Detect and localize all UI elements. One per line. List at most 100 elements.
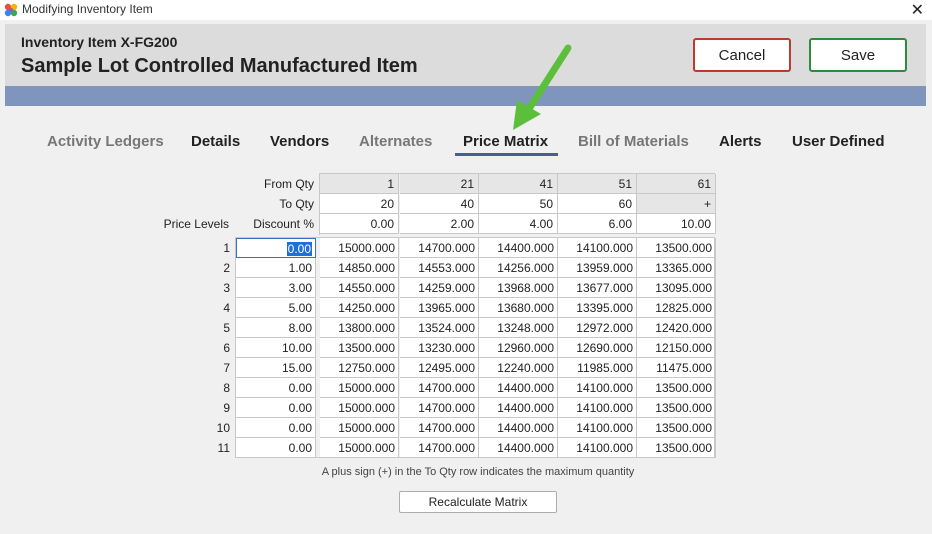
price-cell[interactable]: 14100.000: [558, 238, 637, 258]
price-cell[interactable]: 14400.000: [479, 398, 558, 418]
price-cell[interactable]: 13248.000: [479, 318, 558, 338]
price-cell[interactable]: 14100.000: [558, 418, 637, 438]
to-qty-cell[interactable]: 40: [400, 194, 479, 214]
price-cell[interactable]: 14400.000: [479, 238, 558, 258]
price-cell[interactable]: 15000.000: [320, 238, 399, 258]
level-discount-input[interactable]: 5.00: [236, 298, 316, 318]
price-cell[interactable]: 13680.000: [479, 298, 558, 318]
price-cell[interactable]: 14400.000: [479, 438, 558, 458]
level-discount-input[interactable]: 0.00: [236, 418, 316, 438]
price-cell[interactable]: 11475.000: [637, 358, 716, 378]
price-cell[interactable]: 13677.000: [558, 278, 637, 298]
price-cell[interactable]: 14850.000: [320, 258, 399, 278]
price-cell[interactable]: 13800.000: [320, 318, 399, 338]
price-level-number: 7: [223, 361, 230, 375]
discount-pct-cell[interactable]: 2.00: [400, 214, 479, 234]
discount-pct-cell[interactable]: 0.00: [320, 214, 399, 234]
level-discount-input[interactable]: 15.00: [236, 358, 316, 378]
price-cell[interactable]: 15000.000: [320, 378, 399, 398]
price-cell[interactable]: 12240.000: [479, 358, 558, 378]
price-cell[interactable]: 15000.000: [320, 418, 399, 438]
tab-price-matrix[interactable]: Price Matrix: [463, 133, 548, 150]
from-qty-cell: 1: [320, 174, 399, 194]
price-cell[interactable]: 13395.000: [558, 298, 637, 318]
price-cell[interactable]: 13500.000: [637, 418, 716, 438]
price-cell[interactable]: 12750.000: [320, 358, 399, 378]
close-icon[interactable]: ✕: [911, 0, 924, 20]
price-cell[interactable]: 14400.000: [479, 378, 558, 398]
price-cell[interactable]: 14700.000: [400, 238, 479, 258]
tab-details[interactable]: Details: [191, 133, 240, 150]
discount-pct-cell[interactable]: 10.00: [637, 214, 716, 234]
price-cell[interactable]: 14550.000: [320, 278, 399, 298]
tab-vendors[interactable]: Vendors: [270, 133, 329, 150]
from-qty-label: From Qty: [264, 177, 314, 191]
price-cell[interactable]: 12825.000: [637, 298, 716, 318]
green-arrow-icon: [513, 44, 572, 130]
price-cell[interactable]: 15000.000: [320, 438, 399, 458]
price-cell[interactable]: 13230.000: [400, 338, 479, 358]
price-cell[interactable]: 14700.000: [400, 438, 479, 458]
discount-pct-cell[interactable]: 4.00: [479, 214, 558, 234]
level-discount-input[interactable]: 8.00: [236, 318, 316, 338]
price-cell[interactable]: 13524.000: [400, 318, 479, 338]
to-qty-label: To Qty: [279, 197, 314, 211]
price-cell[interactable]: 14100.000: [558, 378, 637, 398]
price-cell[interactable]: 13959.000: [558, 258, 637, 278]
recalculate-matrix-button[interactable]: Recalculate Matrix: [399, 491, 557, 513]
price-cell[interactable]: 13500.000: [637, 438, 716, 458]
price-cell[interactable]: 14100.000: [558, 438, 637, 458]
price-cell[interactable]: 11985.000: [558, 358, 637, 378]
price-cell[interactable]: 14700.000: [400, 418, 479, 438]
save-button[interactable]: Save: [809, 38, 907, 72]
to-qty-cell[interactable]: 50: [479, 194, 558, 214]
price-cell[interactable]: 13095.000: [637, 278, 716, 298]
to-qty-cell[interactable]: 20: [320, 194, 399, 214]
level-discount-input[interactable]: 0.00: [236, 378, 316, 398]
level-discount-input[interactable]: 3.00: [236, 278, 316, 298]
price-cell[interactable]: 14400.000: [479, 418, 558, 438]
price-cell[interactable]: 13500.000: [637, 378, 716, 398]
tab-user-defined[interactable]: User Defined: [792, 133, 885, 150]
tab-alternates[interactable]: Alternates: [359, 133, 432, 150]
price-cell[interactable]: 13968.000: [479, 278, 558, 298]
price-cell[interactable]: 12495.000: [400, 358, 479, 378]
price-cell[interactable]: 13365.000: [637, 258, 716, 278]
price-level-number: 10: [216, 421, 230, 435]
cancel-button[interactable]: Cancel: [693, 38, 791, 72]
price-cell[interactable]: 13500.000: [637, 398, 716, 418]
discount-pct-cell[interactable]: 6.00: [558, 214, 637, 234]
price-cell[interactable]: 14700.000: [400, 398, 479, 418]
price-cell[interactable]: 12420.000: [637, 318, 716, 338]
level-discount-input[interactable]: 0.00: [236, 398, 316, 418]
to-qty-cell[interactable]: 60: [558, 194, 637, 214]
price-cell[interactable]: 12150.000: [637, 338, 716, 358]
level-discount-input[interactable]: 10.00: [236, 338, 316, 358]
price-level-number: 11: [217, 441, 230, 455]
price-cell[interactable]: 13965.000: [400, 298, 479, 318]
selected-text: 0.00: [286, 242, 312, 256]
price-cell[interactable]: 13500.000: [320, 338, 399, 358]
tab-bill-of-materials[interactable]: Bill of Materials: [578, 133, 689, 150]
price-cell[interactable]: 12972.000: [558, 318, 637, 338]
tab-activity-ledgers[interactable]: Activity Ledgers: [47, 133, 164, 150]
price-cell[interactable]: 14700.000: [400, 378, 479, 398]
price-level-number: 2: [223, 261, 230, 275]
price-cell[interactable]: 14553.000: [400, 258, 479, 278]
price-cell[interactable]: 12690.000: [558, 338, 637, 358]
level-discount-input[interactable]: 0.00: [236, 238, 316, 258]
level-discount-input[interactable]: 0.00: [236, 438, 316, 458]
price-cell[interactable]: 12960.000: [479, 338, 558, 358]
price-level-number: 8: [223, 381, 230, 395]
price-level-number: 3: [223, 281, 230, 295]
price-cell[interactable]: 14100.000: [558, 398, 637, 418]
price-cell[interactable]: 13500.000: [637, 238, 716, 258]
price-cell[interactable]: 14259.000: [400, 278, 479, 298]
price-cell[interactable]: 15000.000: [320, 398, 399, 418]
price-cell[interactable]: 14256.000: [479, 258, 558, 278]
price-cell[interactable]: 14250.000: [320, 298, 399, 318]
tab-alerts[interactable]: Alerts: [719, 133, 762, 150]
level-discount-input[interactable]: 1.00: [236, 258, 316, 278]
price-levels-label: Price Levels: [163, 217, 229, 231]
item-header: Inventory Item X-FG200 Sample Lot Contro…: [5, 24, 926, 86]
